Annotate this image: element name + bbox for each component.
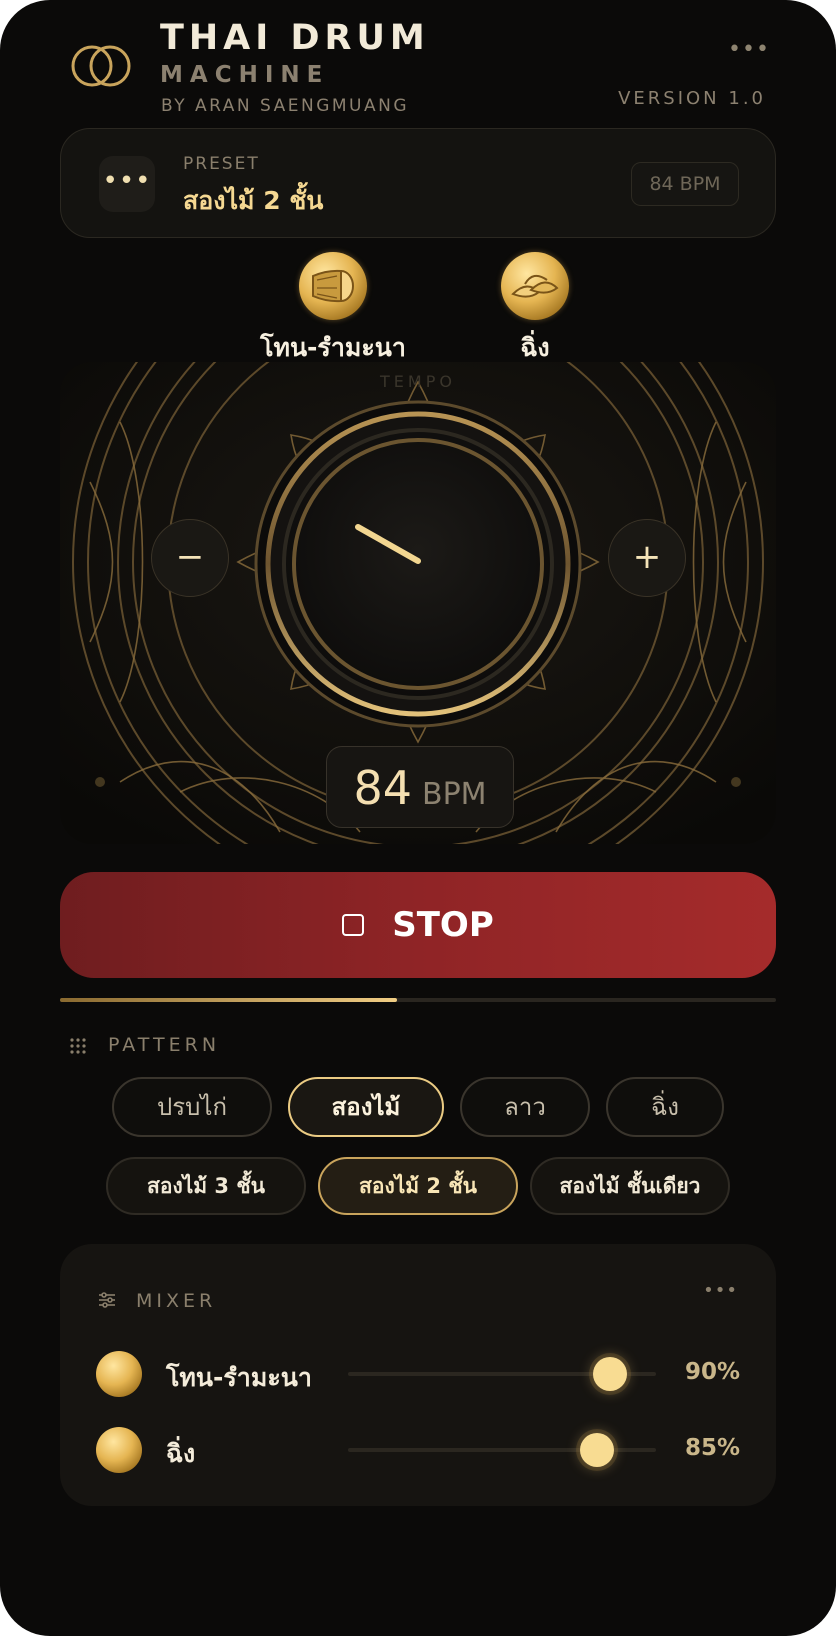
app-root: THAI DRUM MACHINE BY ARAN SAENGMUANG •••… — [0, 0, 836, 1636]
stop-label: STOP — [392, 905, 494, 945]
grid-dots-icon — [70, 1038, 86, 1054]
app-subtitle: MACHINE — [160, 62, 330, 88]
more-options-icon[interactable]: ••• — [728, 30, 769, 70]
tempo-increase-button[interactable]: + — [608, 519, 686, 597]
channel-volume-value: 90% — [684, 1359, 740, 1385]
pattern-style-prob-kai[interactable]: ปรบไก่ — [112, 1077, 272, 1137]
version-label: VERSION 1.0 — [618, 88, 766, 109]
bpm-display: 84 BPM — [326, 746, 514, 828]
mixer-panel: MIXER ••• โทน-รำมะนา 90% ฉิ่ง 85% — [60, 1244, 776, 1506]
logo-rings-icon — [71, 45, 131, 87]
bpm-unit: BPM — [421, 777, 487, 812]
preset-card[interactable]: ••• PRESET สองไม้ 2 ชั้น 84 BPM — [60, 128, 776, 238]
instrument-tone-rammana[interactable]: โทน-รำมะนา — [253, 252, 413, 368]
cymbal-icon — [96, 1427, 142, 1473]
instrument-ching[interactable]: ฉิ่ง — [455, 252, 615, 368]
drum-icon — [299, 252, 367, 320]
bpm-value: 84 — [353, 761, 412, 815]
pattern-variant-chan-diao[interactable]: สองไม้ ชั้นเดียว — [530, 1157, 730, 1215]
pattern-title: PATTERN — [108, 1034, 221, 1056]
pattern-variant-3-chan[interactable]: สองไม้ 3 ชั้น — [106, 1157, 306, 1215]
preset-menu-button[interactable]: ••• — [99, 156, 155, 212]
volume-slider-thumb[interactable] — [580, 1433, 615, 1467]
tempo-label: TEMPO — [380, 372, 456, 391]
channel-name: โทน-รำมะนา — [166, 1363, 312, 1392]
sliders-icon — [99, 1292, 115, 1308]
app-title: THAI DRUM — [160, 18, 430, 58]
pattern-variant-2-chan[interactable]: สองไม้ 2 ชั้น — [318, 1157, 518, 1215]
drum-icon — [96, 1351, 142, 1397]
channel-volume-value: 85% — [684, 1435, 740, 1461]
playback-progress-track — [60, 998, 776, 1002]
tempo-panel: TEMPO − + 84 BPM — [60, 362, 776, 844]
pattern-style-lao[interactable]: ลาว — [460, 1077, 590, 1137]
stop-square-icon — [342, 914, 365, 936]
pattern-style-ching[interactable]: ฉิ่ง — [606, 1077, 724, 1137]
pattern-style-song-mai[interactable]: สองไม้ — [288, 1077, 444, 1137]
author-byline: BY ARAN SAENGMUANG — [161, 96, 410, 116]
stop-button[interactable]: STOP — [60, 872, 776, 978]
knob-dial-icon — [254, 400, 582, 728]
tempo-knob[interactable] — [253, 399, 583, 729]
mixer-title: MIXER — [136, 1290, 217, 1312]
preset-bpm-badge: 84 BPM — [631, 162, 739, 206]
tempo-decrease-button[interactable]: − — [151, 519, 229, 597]
channel-name: ฉิ่ง — [166, 1439, 196, 1468]
cymbal-icon — [501, 252, 569, 320]
dots-icon: ••• — [102, 166, 152, 196]
preset-label: PRESET — [183, 154, 260, 174]
preset-name: สองไม้ 2 ชั้น — [183, 186, 324, 215]
mixer-more-icon[interactable]: ••• — [703, 1280, 738, 1301]
playback-progress-fill — [60, 998, 397, 1002]
volume-slider-thumb[interactable] — [592, 1357, 627, 1391]
